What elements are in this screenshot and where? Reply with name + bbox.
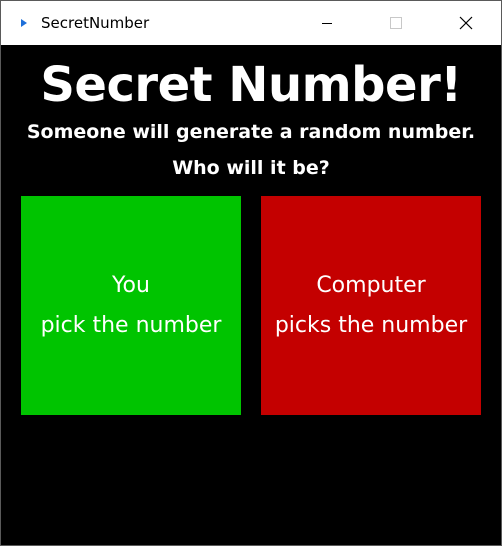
close-button[interactable]: [443, 1, 489, 45]
maximize-button[interactable]: [373, 1, 419, 45]
title-bar[interactable]: SecretNumber: [1, 1, 501, 45]
maximize-icon: [390, 17, 402, 29]
close-icon: [459, 16, 473, 30]
you-pick-label-line-1: You: [112, 272, 150, 298]
computer-picks-label-line-2: picks the number: [274, 312, 468, 338]
subtitle-line-1: Someone will generate a random number.: [26, 121, 476, 143]
minimize-icon: [322, 23, 332, 24]
window-title: SecretNumber: [41, 14, 150, 32]
page-title: Secret Number!: [40, 57, 462, 113]
you-pick-button[interactable]: You pick the number: [21, 196, 241, 415]
app-window: SecretNumber Secret Number! Someone will…: [0, 0, 502, 546]
computer-picks-label-line-1: Computer: [316, 272, 426, 298]
you-pick-label-line-2: pick the number: [40, 312, 222, 338]
computer-picks-button[interactable]: Computer picks the number: [261, 196, 481, 415]
main-content: Secret Number! Someone will generate a r…: [1, 45, 501, 545]
subtitle-line-2: Who will it be?: [172, 157, 330, 179]
minimize-button[interactable]: [304, 1, 350, 45]
app-icon: [21, 19, 27, 27]
